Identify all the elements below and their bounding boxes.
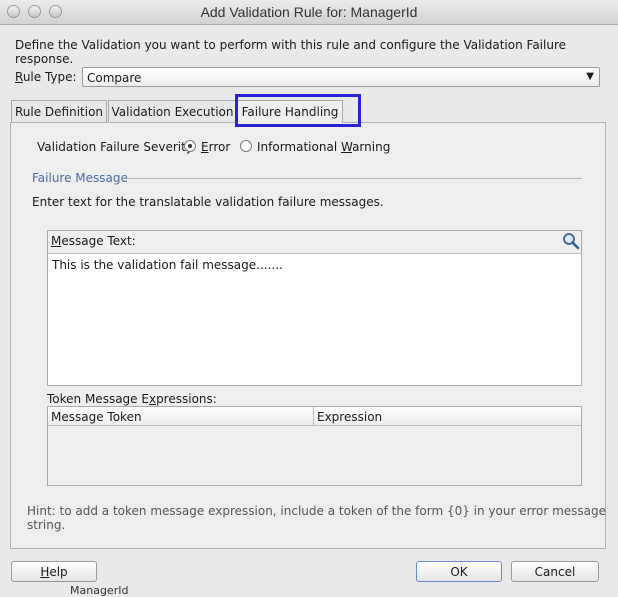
- rule-type-label: Rule Type:: [15, 70, 77, 84]
- severity-label: Validation Failure Severity: [37, 140, 193, 154]
- failure-message-section-title: Failure Message: [32, 171, 128, 185]
- error-radio-label[interactable]: Error: [201, 140, 230, 154]
- dropdown-arrow-icon: ▼: [586, 71, 594, 82]
- rule-type-value: Compare: [87, 71, 142, 85]
- background-window-text: ManagerId: [70, 584, 129, 597]
- help-button[interactable]: Help: [11, 561, 97, 582]
- failure-message-instructions: Enter text for the translatable validati…: [32, 195, 384, 209]
- column-header-expression[interactable]: Expression: [314, 407, 581, 426]
- section-divider: [124, 178, 582, 179]
- window-title: Add Validation Rule for: ManagerId: [200, 4, 418, 20]
- rule-type-select[interactable]: Compare ▼: [82, 67, 600, 87]
- radio-selected-dot-icon: [188, 144, 192, 148]
- tab-highlight-box: [235, 94, 361, 127]
- hint-text: Hint: to add a token message expression,…: [27, 504, 607, 532]
- message-text-header: Message Text:: [51, 234, 136, 248]
- intro-text: Define the Validation you want to perfor…: [15, 38, 567, 66]
- search-icon[interactable]: [561, 232, 581, 250]
- informational-warning-radio[interactable]: [240, 140, 252, 152]
- tab-validation-execution[interactable]: Validation Execution: [108, 100, 237, 122]
- ok-button[interactable]: OK: [416, 561, 502, 582]
- token-expressions-label: Token Message Expressions:: [47, 392, 217, 406]
- tab-rule-definition[interactable]: Rule Definition: [11, 100, 107, 122]
- column-header-message-token[interactable]: Message Token: [48, 407, 314, 426]
- error-radio[interactable]: [184, 140, 196, 152]
- informational-warning-radio-label[interactable]: Informational Warning: [257, 140, 390, 154]
- title-bar: Add Validation Rule for: ManagerId: [0, 0, 618, 25]
- message-text-area[interactable]: This is the validation fail message.....…: [48, 253, 581, 385]
- cancel-button[interactable]: Cancel: [511, 561, 599, 582]
